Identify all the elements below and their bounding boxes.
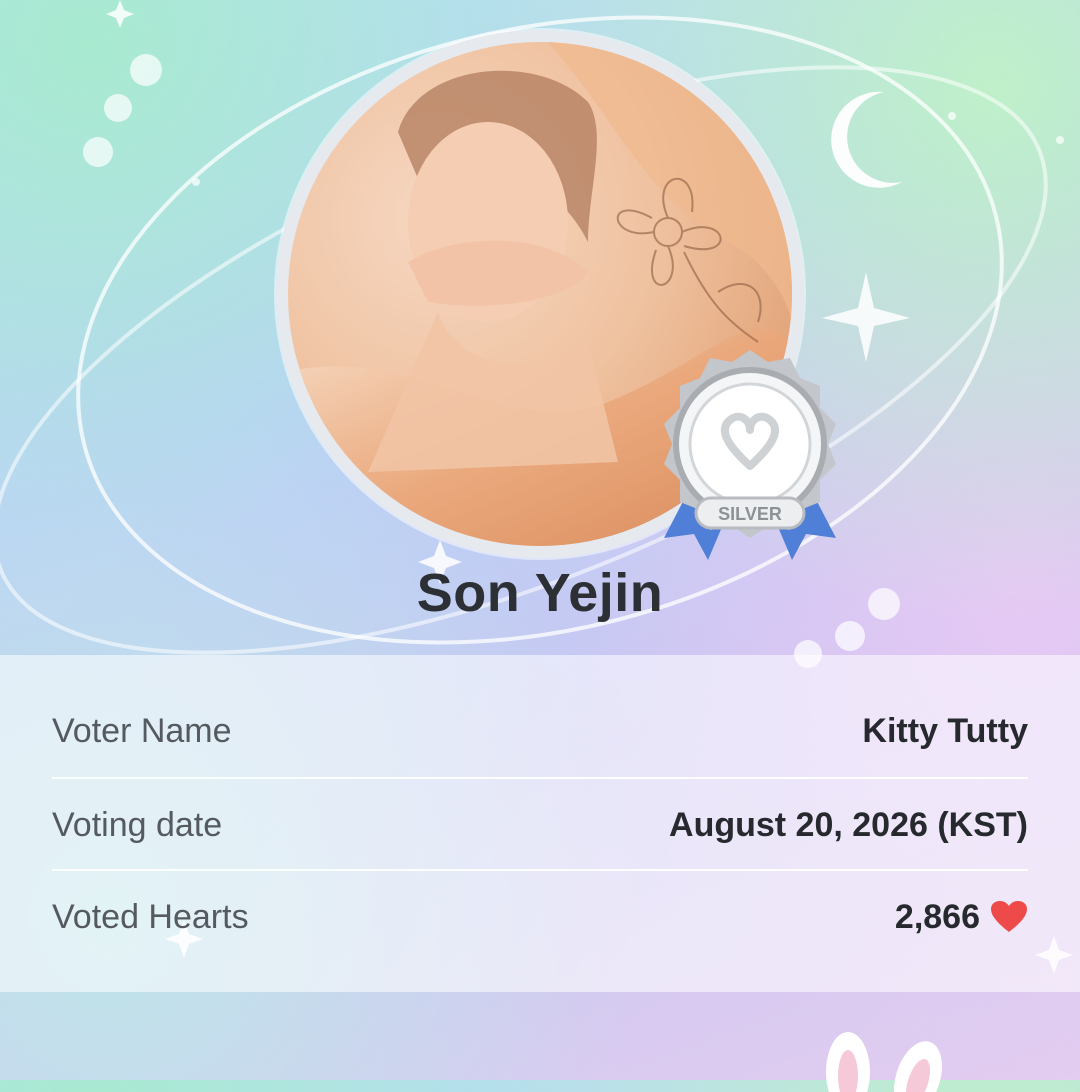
voted-hearts-label: Voted Hearts [52,897,249,936]
badge-label: SILVER [718,504,782,524]
voter-name-value: Kitty Tutty [862,711,1028,750]
voting-date-value: August 20, 2026 (KST) [669,805,1028,844]
bunny-decoration-icon [826,1032,942,1092]
voting-date-row: Voting date August 20, 2026 (KST) [52,777,1028,871]
voted-hearts-value-wrap: 2,866 [895,898,1028,937]
vote-info-panel: Voter Name Kitty Tutty Voting date Augus… [0,655,1080,992]
voted-hearts-row: Voted Hearts 2,866 [52,869,1028,963]
heart-icon [991,901,1027,932]
silver-badge: SILVER [664,350,836,560]
profile-name: Son Yejin [416,563,664,623]
voted-hearts-value: 2,866 [894,897,980,936]
voting-date-label: Voting date [52,805,223,844]
voter-name-label: Voter Name [52,711,232,750]
voter-name-row: Voter Name Kitty Tutty [52,685,1028,777]
